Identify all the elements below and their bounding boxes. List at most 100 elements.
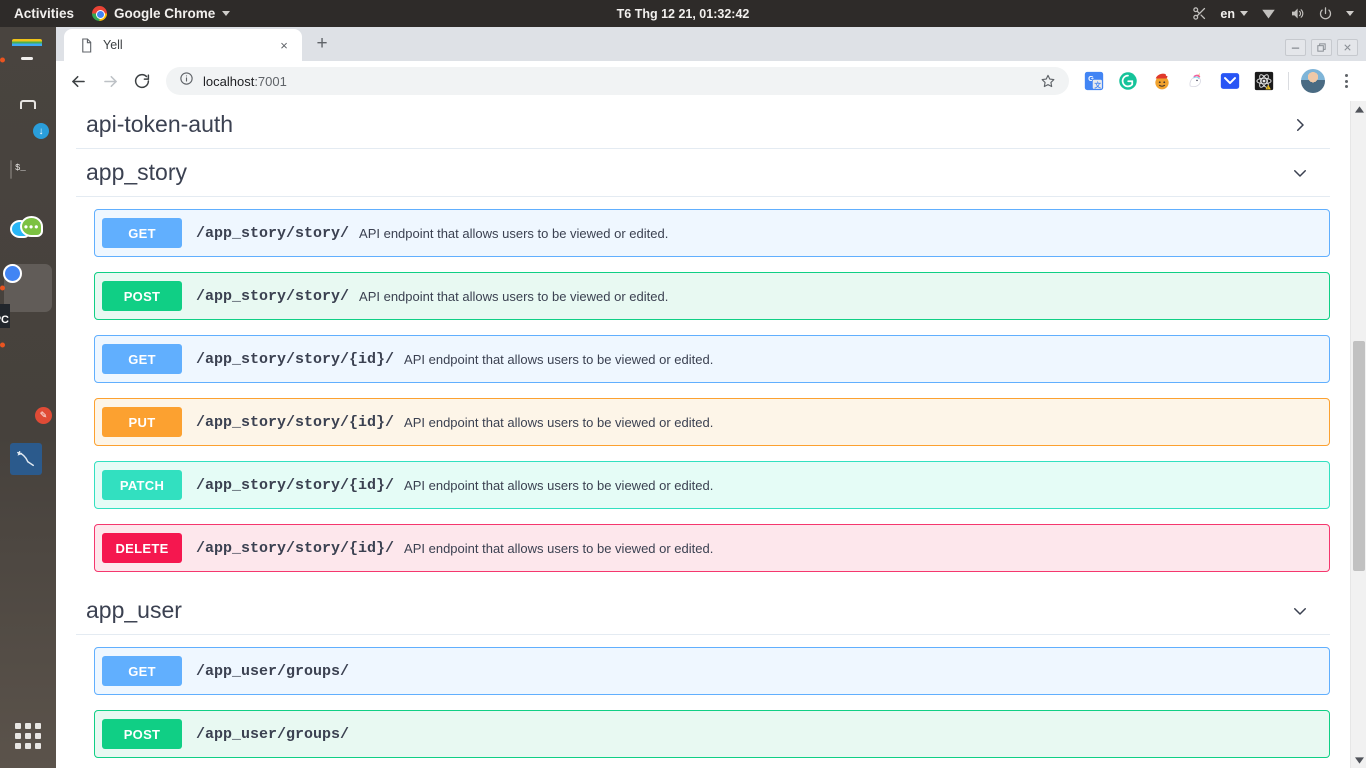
operation-row[interactable]: PUT /app_story/story/{id}/ API endpoint … (94, 398, 1330, 446)
chevron-down-icon (1240, 11, 1248, 16)
messenger-icon: ••• (10, 213, 46, 249)
dock-item-files[interactable] (0, 36, 52, 84)
operation-row[interactable]: POST /app_story/story/ API endpoint that… (94, 272, 1330, 320)
svg-text:!: ! (1267, 86, 1268, 90)
operation-summary: API endpoint that allows users to be vie… (359, 225, 669, 241)
activities-button[interactable]: Activities (14, 6, 74, 21)
method-badge: DELETE (102, 533, 182, 563)
operation-row[interactable]: PATCH /app_story/story/{id}/ API endpoin… (94, 461, 1330, 509)
method-badge: POST (102, 281, 182, 311)
star-icon[interactable] (1035, 68, 1061, 94)
google-translate-icon[interactable]: G 文 (1083, 70, 1105, 92)
grammarly-icon[interactable] (1117, 70, 1139, 92)
info-icon[interactable] (179, 71, 194, 91)
address-bar[interactable]: localhost:7001 (166, 67, 1069, 95)
operation-path: /app_story/story/{id}/ (196, 350, 395, 368)
files-icon (10, 42, 46, 78)
operation-row[interactable]: DELETE /app_story/story/{id}/ API endpoi… (94, 524, 1330, 572)
toolbar-divider (1288, 72, 1289, 90)
minimize-button[interactable] (1285, 39, 1306, 56)
chevron-down-icon (222, 11, 231, 16)
operation-path: /app_story/story/ (196, 287, 350, 305)
dock-item-chrome[interactable] (0, 264, 52, 312)
clock[interactable]: T6 Thg 12 21, 01:32:42 (617, 7, 750, 21)
mysql-workbench-icon (10, 441, 46, 477)
gnome-top-bar: Activities Google Chrome T6 Thg 12 21, 0… (0, 0, 1366, 27)
tag-section-app-story: app_story GET /app_story/story/ API endp… (76, 149, 1330, 572)
scissors-icon[interactable] (1192, 6, 1207, 21)
system-menu-caret-icon[interactable] (1346, 11, 1354, 16)
operations-list-app-story: GET /app_story/story/ API endpoint that … (76, 197, 1330, 572)
method-badge: PATCH (102, 470, 182, 500)
document-icon (78, 37, 94, 53)
dock-item-text-editor[interactable]: ✎ (4, 378, 52, 426)
tag-header-app-user[interactable]: app_user (76, 587, 1330, 635)
operation-row[interactable]: GET /app_story/story/ API endpoint that … (94, 209, 1330, 257)
page-scrollbar[interactable] (1350, 101, 1366, 768)
chevron-down-icon[interactable] (1290, 163, 1310, 183)
url-text: localhost:7001 (203, 74, 1026, 89)
dock-item-messenger[interactable]: ••• (4, 207, 52, 255)
pycharm-icon: PC (0, 314, 46, 363)
running-indicator (0, 342, 5, 348)
scrollbar-thumb[interactable] (1353, 341, 1365, 571)
wifi-icon[interactable] (1261, 7, 1276, 20)
operation-path: /app_story/story/{id}/ (196, 539, 395, 557)
tag-name: app_story (86, 159, 188, 185)
operation-path: /app_user/groups/ (196, 725, 350, 743)
tag-header-app-story[interactable]: app_story (76, 149, 1330, 197)
app-menu-chrome[interactable]: Google Chrome (92, 6, 231, 21)
method-badge: GET (102, 344, 182, 374)
avatar[interactable] (1301, 69, 1325, 93)
running-indicator (0, 57, 5, 63)
back-button[interactable] (63, 66, 93, 96)
dock-item-pycharm[interactable]: PC (0, 314, 52, 369)
app-menu-label: Google Chrome (114, 6, 216, 21)
operation-row[interactable]: GET /app_user/groups/ (94, 647, 1330, 695)
emoji-santa-icon[interactable] (1151, 70, 1173, 92)
method-badge: POST (102, 719, 182, 749)
operation-path: /app_story/story/{id}/ (196, 413, 395, 431)
ubuntu-dock: ↓ ••• PC ✎ (0, 27, 56, 768)
tag-header-api-token-auth[interactable]: api-token-auth (76, 101, 1330, 149)
top-bar-tray: en (1192, 6, 1366, 21)
close-button[interactable] (1337, 39, 1358, 56)
tab-yell[interactable]: Yell × (64, 29, 302, 61)
method-badge: GET (102, 656, 182, 686)
method-badge: GET (102, 218, 182, 248)
forward-button[interactable] (95, 66, 125, 96)
chevron-right-icon[interactable] (1290, 115, 1310, 135)
operation-summary: API endpoint that allows users to be vie… (404, 477, 714, 493)
operation-row[interactable]: GET /app_story/story/{id}/ API endpoint … (94, 335, 1330, 383)
window-controls (1285, 39, 1366, 61)
operation-path: /app_story/story/{id}/ (196, 476, 395, 494)
maximize-restore-button[interactable] (1311, 39, 1332, 56)
close-icon[interactable]: × (275, 36, 293, 54)
operation-summary: API endpoint that allows users to be vie… (359, 288, 669, 304)
volume-icon[interactable] (1289, 6, 1305, 21)
language-indicator[interactable]: en (1220, 7, 1248, 21)
show-applications-button[interactable] (4, 716, 52, 756)
dock-item-software[interactable]: ↓ (4, 93, 52, 141)
dock-item-terminal[interactable] (4, 150, 52, 198)
method-badge: PUT (102, 407, 182, 437)
power-icon[interactable] (1318, 6, 1333, 21)
operations-list-app-user: GET /app_user/groups/ POST /app_user/gro… (76, 635, 1330, 768)
tag-name: app_user (86, 597, 182, 623)
unicorn-icon[interactable] (1185, 70, 1207, 92)
reload-button[interactable] (127, 66, 157, 96)
operation-summary: API endpoint that allows users to be vie… (404, 351, 714, 367)
scroll-up-icon[interactable] (1351, 101, 1366, 117)
chevron-down-icon[interactable] (1290, 601, 1310, 621)
page-viewport: api-token-auth app_story GET /app_story/… (56, 101, 1366, 768)
pocket-icon[interactable] (1219, 70, 1241, 92)
url-rest: :7001 (254, 73, 287, 89)
scroll-down-icon[interactable] (1351, 752, 1366, 768)
new-tab-button[interactable]: + (308, 30, 336, 58)
chrome-menu-button[interactable] (1333, 68, 1359, 94)
operation-row[interactable]: POST /app_user/groups/ (94, 710, 1330, 758)
language-label: en (1220, 6, 1235, 21)
url-host: localhost (203, 73, 255, 89)
dock-item-mysql-workbench[interactable] (4, 435, 52, 483)
react-devtools-icon[interactable]: ! (1253, 70, 1275, 92)
